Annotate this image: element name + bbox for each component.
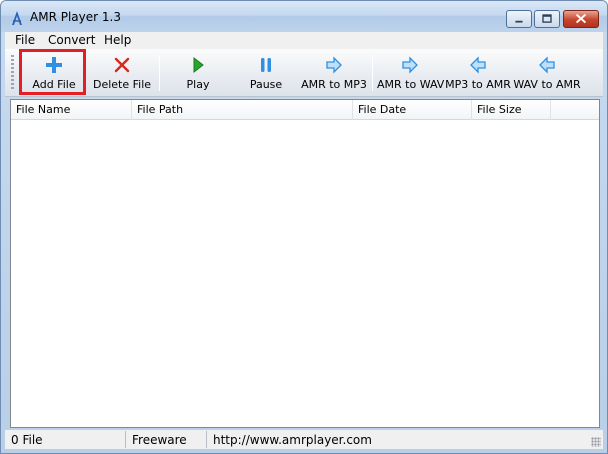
- close-icon: [575, 13, 587, 24]
- arrow-left-icon: [539, 56, 555, 74]
- amr-to-wav-button[interactable]: AMR to WAV: [377, 49, 445, 97]
- amr-to-mp3-label: AMR to MP3: [301, 78, 367, 91]
- toolbar-separator: [372, 55, 373, 91]
- maximize-icon: [542, 14, 552, 23]
- play-button[interactable]: Play: [167, 49, 229, 97]
- app-window: AMR Player 1.3 File Convert Help Add Fil…: [0, 0, 608, 454]
- status-file-count: 0 File: [5, 431, 126, 448]
- toolbar-grip[interactable]: [11, 55, 14, 91]
- mp3-to-amr-label: MP3 to AMR: [445, 78, 511, 91]
- column-file-name[interactable]: File Name: [11, 100, 132, 120]
- mp3-to-amr-button[interactable]: MP3 to AMR: [445, 49, 511, 97]
- delete-file-button[interactable]: Delete File: [91, 49, 153, 97]
- amr-player-icon: [12, 11, 22, 25]
- menu-convert[interactable]: Convert: [48, 33, 95, 47]
- status-website[interactable]: http://www.amrplayer.com: [207, 431, 587, 448]
- column-file-date[interactable]: File Date: [353, 100, 472, 120]
- toolbar-separator: [159, 55, 160, 91]
- pause-label: Pause: [249, 78, 283, 91]
- status-bar: 0 File Freeware http://www.amrplayer.com: [5, 429, 603, 449]
- column-file-path[interactable]: File Path: [132, 100, 353, 120]
- amr-to-mp3-button[interactable]: AMR to MP3: [301, 49, 367, 97]
- pause-button[interactable]: Pause: [235, 49, 297, 97]
- wav-to-amr-button[interactable]: WAV to AMR: [513, 49, 581, 97]
- maximize-button[interactable]: [534, 10, 560, 28]
- menu-bar: File Convert Help: [5, 32, 603, 49]
- play-label: Play: [186, 78, 210, 91]
- pause-icon: [261, 58, 271, 72]
- arrow-right-icon: [402, 56, 418, 74]
- file-list-header: File Name File Path File Date File Size: [11, 100, 599, 120]
- window-title: AMR Player 1.3: [30, 10, 121, 24]
- wav-to-amr-label: WAV to AMR: [513, 78, 581, 91]
- delete-file-label: Delete File: [92, 78, 152, 91]
- column-file-size[interactable]: File Size: [472, 100, 551, 120]
- play-icon: [193, 56, 204, 74]
- menu-file[interactable]: File: [15, 33, 35, 47]
- arrow-left-icon: [470, 56, 486, 74]
- add-file-highlight: [19, 49, 86, 95]
- minimize-button[interactable]: [506, 10, 532, 28]
- arrow-right-icon: [326, 56, 342, 74]
- toolbar: Add File Delete File Play Pause AMR to M…: [5, 49, 603, 97]
- amr-to-wav-label: AMR to WAV: [377, 78, 445, 91]
- delete-x-icon: [114, 57, 130, 73]
- file-list[interactable]: File Name File Path File Date File Size: [10, 99, 600, 428]
- status-license: Freeware: [126, 431, 207, 448]
- close-button[interactable]: [563, 10, 599, 28]
- resize-grip[interactable]: [591, 437, 601, 447]
- minimize-icon: [515, 20, 523, 23]
- title-bar[interactable]: AMR Player 1.3: [1, 1, 607, 32]
- menu-help[interactable]: Help: [104, 33, 131, 47]
